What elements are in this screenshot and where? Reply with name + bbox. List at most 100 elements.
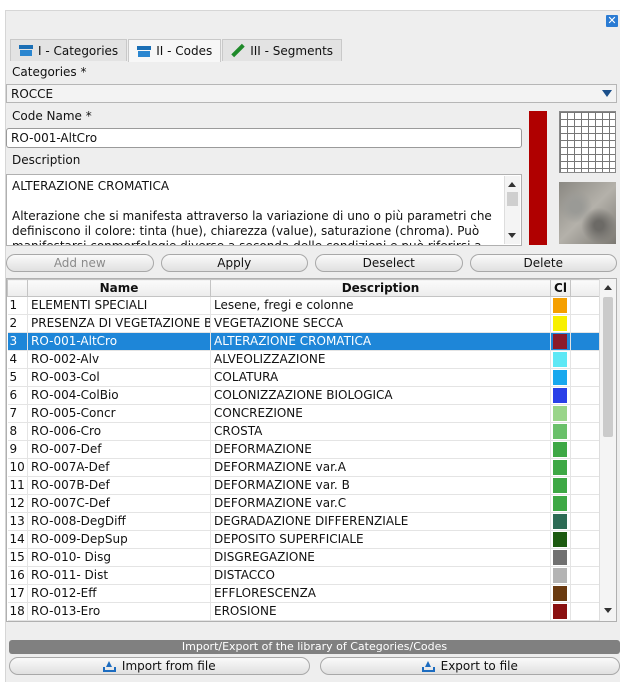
row-description: Lesene, fregi e colonne xyxy=(210,296,551,315)
row-number: 19 xyxy=(7,620,28,621)
category-select[interactable]: ROCCE xyxy=(6,84,617,103)
table-row[interactable]: 14 RO-009-DepSup DEPOSITO SUPERFICIALE xyxy=(7,530,600,549)
scroll-up-icon[interactable] xyxy=(508,182,516,187)
table-row[interactable]: 19RO-014-EsfESFOLIAZIONE xyxy=(7,620,600,621)
table-row[interactable]: 3 RO-001-AltCro ALTERAZIONE CROMATICA xyxy=(7,332,600,351)
color-swatch xyxy=(553,586,567,601)
row-spacer xyxy=(570,602,600,621)
tab-codes[interactable]: II - Codes xyxy=(128,39,222,62)
row-spacer xyxy=(570,494,600,513)
row-description: VEGETAZIONE SECCA xyxy=(210,314,551,333)
column-header-description[interactable]: Description xyxy=(210,279,551,297)
row-spacer xyxy=(570,422,600,441)
row-number: 14 xyxy=(7,530,28,549)
table-row[interactable]: 8 RO-006-Cro CROSTA xyxy=(7,422,600,441)
color-swatch xyxy=(553,298,567,313)
table-row[interactable]: 9 RO-007-Def DEFORMAZIONE xyxy=(7,440,600,459)
delete-button[interactable]: Delete xyxy=(469,254,617,272)
export-button[interactable]: Export to file xyxy=(319,657,620,675)
description-scrollbar[interactable] xyxy=(504,176,520,244)
table-scrollbar[interactable] xyxy=(599,279,616,621)
scroll-down-icon[interactable] xyxy=(508,233,516,238)
row-color-cell xyxy=(550,296,571,315)
row-description: EFFLORESCENZA xyxy=(210,584,551,603)
row-name: RO-005-Concr xyxy=(27,404,211,423)
row-number: 1 xyxy=(7,296,28,315)
color-swatch xyxy=(553,442,567,457)
row-color-cell xyxy=(550,602,571,621)
scroll-thumb[interactable] xyxy=(603,297,613,437)
row-description: ALTERAZIONE CROMATICA xyxy=(210,332,551,351)
row-description: CONCREZIONE xyxy=(210,404,551,423)
color-swatch xyxy=(553,460,567,475)
table-row[interactable]: 12 RO-007C-Def DEFORMAZIONE var.C xyxy=(7,494,600,513)
column-header-num[interactable] xyxy=(7,279,28,297)
table-row[interactable]: 5 RO-003-Col COLATURA xyxy=(7,368,600,387)
table-row[interactable]: 7 RO-005-Concr CONCREZIONE xyxy=(7,404,600,423)
table-row[interactable]: 4 RO-002-Alv ALVEOLIZZAZIONE xyxy=(7,350,600,369)
row-color-cell xyxy=(550,404,571,423)
close-icon[interactable]: ✕ xyxy=(606,15,618,27)
row-spacer xyxy=(570,386,600,405)
tab-categories[interactable]: I - Categories xyxy=(10,39,128,61)
apply-button[interactable]: Apply xyxy=(160,254,308,272)
code-name-label: Code Name * xyxy=(12,109,92,123)
table-row[interactable]: 16 RO-011- Dist DISTACCO xyxy=(7,566,600,585)
row-name: PRESENZA DI VEGETAZIONE BIS xyxy=(27,314,211,333)
column-header-color[interactable]: Cl xyxy=(550,279,571,297)
row-name: RO-007B-Def xyxy=(27,476,211,495)
row-spacer xyxy=(570,548,600,567)
row-number: 4 xyxy=(7,350,28,369)
row-spacer xyxy=(570,440,600,459)
add-new-button[interactable]: Add new xyxy=(6,254,154,272)
row-number: 18 xyxy=(7,602,28,621)
description-field[interactable]: ALTERAZIONE CROMATICA Alterazione che si… xyxy=(6,174,522,246)
row-number: 13 xyxy=(7,512,28,531)
row-description: COLATURA xyxy=(210,368,551,387)
tab-label: II - Codes xyxy=(156,44,213,58)
color-swatch xyxy=(553,568,567,583)
scroll-down-icon[interactable] xyxy=(604,608,612,613)
table-row[interactable]: 10 RO-007A-Def DEFORMAZIONE var.A xyxy=(7,458,600,477)
row-name: RO-001-AltCro xyxy=(27,332,211,351)
color-swatch xyxy=(553,550,567,565)
row-description: DEFORMAZIONE var. B xyxy=(210,476,551,495)
row-color-cell xyxy=(550,620,571,621)
row-spacer xyxy=(570,350,600,369)
row-color-cell xyxy=(550,368,571,387)
texture-preview[interactable] xyxy=(559,182,616,244)
row-color-cell xyxy=(550,512,571,531)
table-row[interactable]: 11 RO-007B-Def DEFORMAZIONE var. B xyxy=(7,476,600,495)
table-row[interactable]: 17 RO-012-Eff EFFLORESCENZA xyxy=(7,584,600,603)
color-swatch[interactable] xyxy=(529,111,547,245)
upload-icon xyxy=(102,660,116,672)
archive-box-icon xyxy=(137,45,152,57)
table-row[interactable]: 15 RO-010- Disg DISGREGAZIONE xyxy=(7,548,600,567)
row-color-cell xyxy=(550,584,571,603)
row-description: DEFORMAZIONE xyxy=(210,440,551,459)
scroll-up-icon[interactable] xyxy=(604,285,612,290)
color-swatch xyxy=(553,532,567,547)
row-name: RO-012-Eff xyxy=(27,584,211,603)
deselect-button[interactable]: Deselect xyxy=(315,254,463,272)
row-number: 16 xyxy=(7,566,28,585)
row-color-cell xyxy=(550,548,571,567)
row-name: RO-014-Esf xyxy=(27,620,211,621)
row-spacer xyxy=(570,296,600,315)
row-name: RO-003-Col xyxy=(27,368,211,387)
import-export-bar: Import/Export of the library of Categori… xyxy=(9,640,620,654)
category-value: ROCCE xyxy=(11,87,54,101)
dropdown-arrow-icon[interactable] xyxy=(602,90,612,97)
table-row[interactable]: 13 RO-008-DegDiff DEGRADAZIONE DIFFERENZIA… xyxy=(7,512,600,531)
grid-pattern-preview[interactable] xyxy=(559,111,616,173)
scroll-thumb[interactable] xyxy=(507,192,518,206)
column-header-name[interactable]: Name xyxy=(27,279,211,297)
import-button[interactable]: Import from file xyxy=(9,657,310,675)
table-row[interactable]: 2 PRESENZA DI VEGETAZIONE BIS VEGETAZIONE … xyxy=(7,314,600,333)
row-number: 11 xyxy=(7,476,28,495)
table-row[interactable]: 1 ELEMENTI SPECIALI Lesene, fregi e colonn… xyxy=(7,296,600,315)
code-name-field[interactable]: RO-001-AltCro xyxy=(6,128,522,148)
table-row[interactable]: 18 RO-013-Ero EROSIONE xyxy=(7,602,600,621)
table-row[interactable]: 6 RO-004-ColBio COLONIZZAZIONE BIOLOGICA xyxy=(7,386,600,405)
tab-segments[interactable]: III - Segments xyxy=(222,39,343,61)
